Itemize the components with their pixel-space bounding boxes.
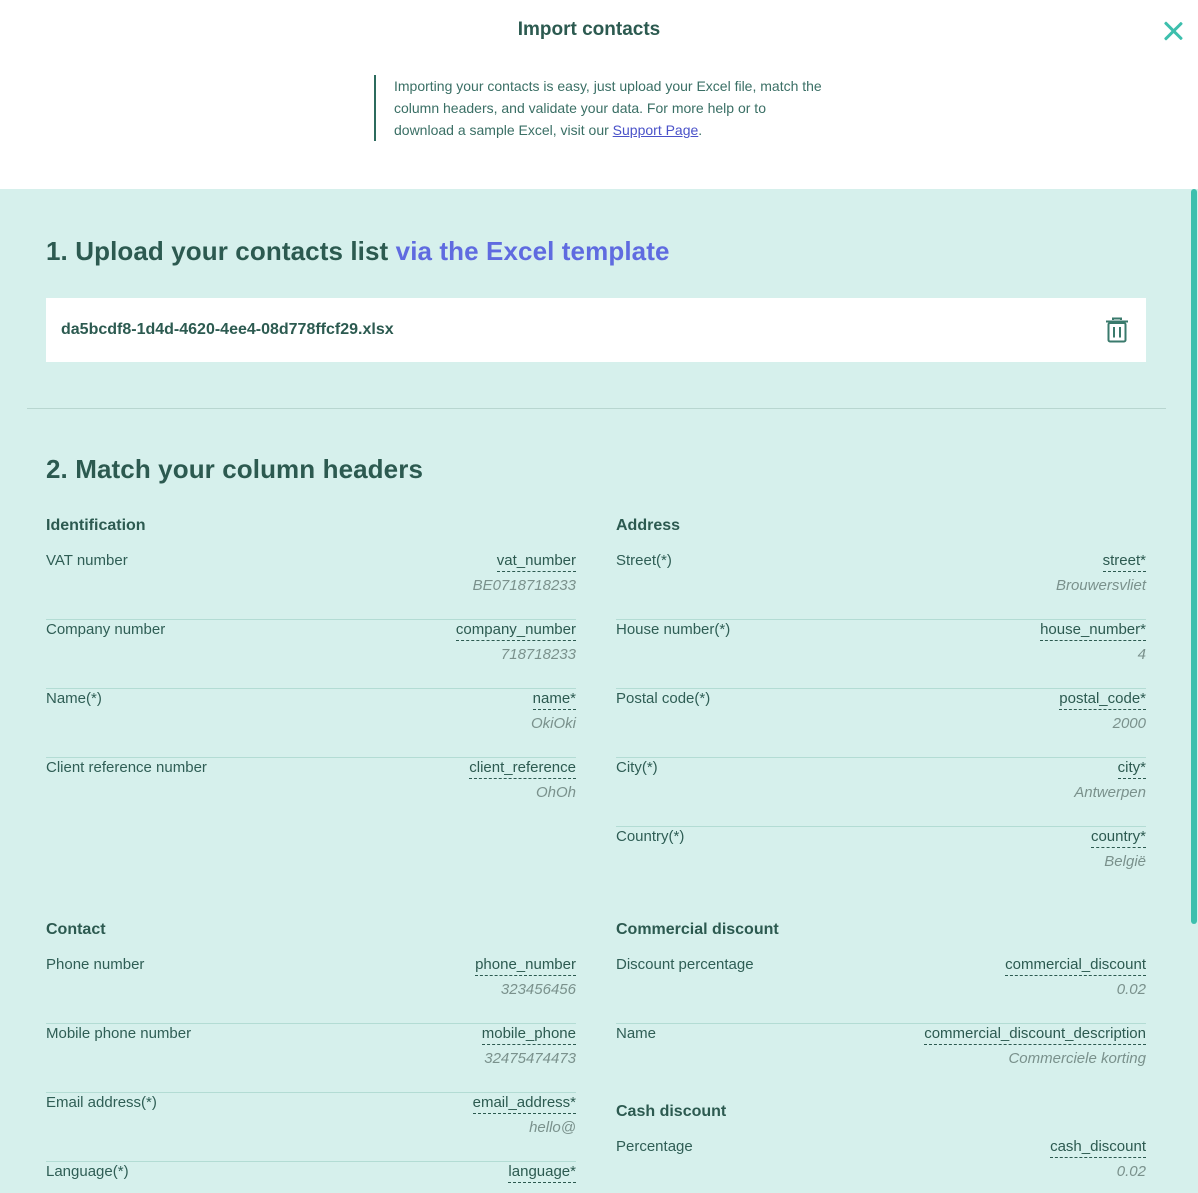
mapping-row: City(*) city* Antwerpen — [616, 758, 1146, 827]
import-form: 1. Upload your contacts list via the Exc… — [0, 189, 1198, 1193]
sample-value: 32475474473 — [484, 1050, 576, 1067]
field-label: VAT number — [46, 552, 128, 569]
sample-value: 718718233 — [500, 646, 576, 663]
intro-text: Importing your contacts is easy, just up… — [374, 75, 824, 141]
field-label: Country(*) — [616, 828, 685, 845]
mapping-row: Language(*) language* — [46, 1162, 576, 1193]
mapping-row: Country(*) country* België — [616, 827, 1146, 896]
section-divider — [27, 408, 1166, 409]
sample-value: OhOh — [535, 784, 576, 801]
field-label: City(*) — [616, 759, 658, 776]
field-label: Company number — [46, 621, 166, 638]
column-select[interactable]: phone_number — [475, 956, 576, 976]
sample-value: BE0718718233 — [472, 577, 576, 594]
group-contact: Contact Phone number phone_number 323456456… — [46, 919, 576, 1193]
close-icon[interactable] — [1160, 18, 1186, 44]
group-identification: Identification VAT number vat_number BE0718… — [46, 515, 576, 827]
field-label: Client reference number — [46, 759, 207, 776]
field-label: Name(*) — [46, 690, 102, 707]
column-select[interactable]: language* — [508, 1163, 576, 1183]
intro-body: Importing your contacts is easy, just up… — [394, 78, 822, 138]
modal-header: Import contacts Importing your contacts … — [0, 0, 1198, 189]
sample-value: 323456456 — [500, 981, 576, 998]
sample-value: 4 — [1137, 646, 1146, 663]
mapping-row: Phone number phone_number 323456456 — [46, 955, 576, 1024]
field-label: Language(*) — [46, 1163, 129, 1180]
column-select[interactable]: company_number — [455, 621, 576, 641]
sample-value: Brouwersvliet — [1055, 577, 1146, 594]
mapping-row: Percentage cash_discount 0.02 — [616, 1137, 1146, 1193]
step1-title: 1. Upload your contacts list — [46, 236, 396, 266]
mapping-row: House number(*) house_number* 4 — [616, 620, 1146, 689]
column-select[interactable]: house_number* — [1040, 621, 1146, 641]
column-select[interactable]: name* — [532, 690, 576, 710]
group-title: Cash discount — [616, 1103, 727, 1120]
trash-icon[interactable] — [1105, 317, 1129, 343]
group-title: Identification — [46, 517, 146, 534]
support-page-link[interactable]: Support Page — [613, 122, 699, 138]
sample-value: Commerciele korting — [1008, 1050, 1146, 1067]
sample-value: hello@ — [529, 1119, 576, 1136]
mapping-row: Email address(*) email_address* hello@ — [46, 1093, 576, 1162]
mapping-row: Client reference number client_reference O… — [46, 758, 576, 827]
mapping-row: Discount percentage commercial_discount 0.… — [616, 955, 1146, 1024]
field-label: House number(*) — [616, 621, 731, 638]
group-title: Commercial discount — [616, 921, 779, 938]
column-select[interactable]: cash_discount — [1050, 1138, 1146, 1158]
sample-value: 2000 — [1112, 715, 1146, 732]
group-title: Contact — [46, 921, 106, 938]
excel-template-link[interactable]: via the Excel template — [396, 236, 670, 266]
step1-heading: 1. Upload your contacts list via the Exc… — [46, 236, 670, 267]
field-label: Discount percentage — [616, 956, 754, 973]
field-label: Phone number — [46, 956, 145, 973]
mapping-row: Mobile phone number mobile_phone 324754744… — [46, 1024, 576, 1093]
mapping-row: Name(*) name* OkiOki — [46, 689, 576, 758]
step2-heading: 2. Match your column headers — [46, 454, 424, 484]
column-select[interactable]: street* — [1102, 552, 1146, 572]
field-label: Street(*) — [616, 552, 672, 569]
file-name: da5bcdf8-1d4d-4620-4ee4-08d778ffcf29.xls… — [61, 321, 394, 338]
field-label: Postal code(*) — [616, 690, 711, 707]
intro-end: . — [698, 122, 703, 138]
sample-value: 0.02 — [1116, 1163, 1146, 1180]
group-title: Address — [616, 517, 681, 534]
column-select[interactable]: mobile_phone — [481, 1025, 576, 1045]
column-select[interactable]: commercial_discount — [1005, 956, 1146, 976]
group-address: Address Street(*) street* Brouwersvliet Hous… — [616, 515, 1146, 896]
sample-value: Antwerpen — [1074, 784, 1146, 801]
field-label: Mobile phone number — [46, 1025, 192, 1042]
sample-value: België — [1104, 853, 1146, 870]
mapping-row: Street(*) street* Brouwersvliet — [616, 551, 1146, 620]
field-label: Percentage — [616, 1138, 693, 1155]
mapping-row: Company number company_number 718718233 — [46, 620, 576, 689]
scrollbar[interactable] — [1191, 189, 1197, 924]
column-select[interactable]: client_reference — [469, 759, 576, 779]
group-cash-discount: Cash discount Percentage cash_discount 0.02 — [616, 1101, 1146, 1193]
modal-title: Import contacts — [517, 19, 661, 40]
field-label: Email address(*) — [46, 1094, 157, 1111]
column-select[interactable]: country* — [1090, 828, 1146, 848]
column-select[interactable]: postal_code* — [1059, 690, 1146, 710]
field-label: Name — [616, 1025, 657, 1042]
mapping-row: Postal code(*) postal_code* 2000 — [616, 689, 1146, 758]
column-select[interactable]: commercial_discount_description — [924, 1025, 1146, 1045]
uploaded-file: da5bcdf8-1d4d-4620-4ee4-08d778ffcf29.xls… — [46, 298, 1146, 362]
column-select[interactable]: city* — [1117, 759, 1146, 779]
group-commercial-discount: Commercial discount Discount percentage co… — [616, 919, 1146, 1093]
sample-value: OkiOki — [531, 715, 576, 732]
mapping-row: Name commercial_discount_description Comme… — [616, 1024, 1146, 1093]
column-select[interactable]: email_address* — [472, 1094, 576, 1114]
mapping-row: VAT number vat_number BE0718718233 — [46, 551, 576, 620]
column-select[interactable]: vat_number — [496, 552, 576, 572]
sample-value: 0.02 — [1116, 981, 1146, 998]
